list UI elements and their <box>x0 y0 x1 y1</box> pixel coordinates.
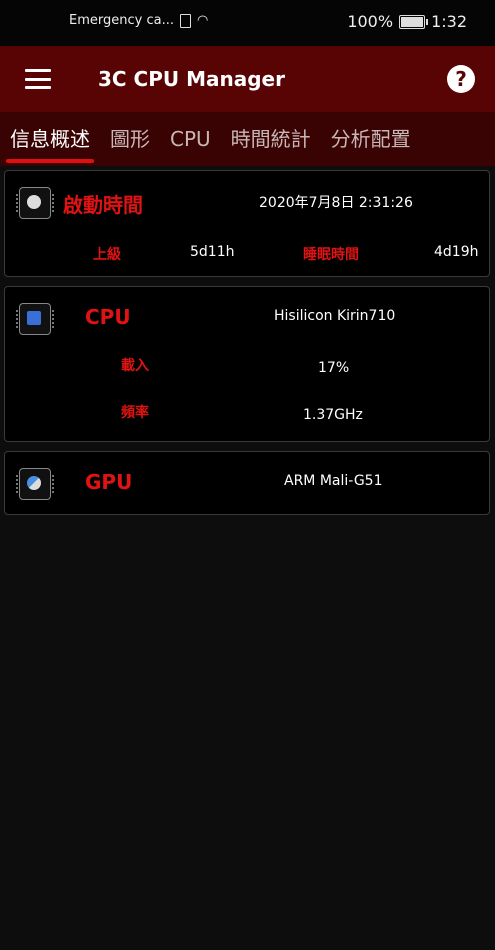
tab-cpu[interactable]: CPU <box>160 112 221 166</box>
cpu-freq-label: 頻率 <box>121 405 149 421</box>
cpu-model: Hisilicon Kirin710 <box>274 308 396 324</box>
sim-icon <box>179 13 191 28</box>
wifi-icon: ◠ <box>196 13 209 28</box>
uptime-card[interactable]: 啟動時間 2020年7月8日 2:31:26 上級 5d11h 睡眠時間 4d1… <box>4 170 490 277</box>
tab-time-stats[interactable]: 時間統計 <box>221 112 321 166</box>
tab-overview[interactable]: 信息概述 <box>0 112 100 166</box>
uptime-chip-icon <box>16 187 54 219</box>
app-title: 3C CPU Manager <box>98 67 285 91</box>
sleep-value: 4d19h <box>434 244 479 260</box>
gpu-model: ARM Mali-G51 <box>284 473 383 489</box>
help-icon[interactable]: ? <box>447 65 475 93</box>
tab-analysis-config[interactable]: 分析配置 <box>321 112 421 166</box>
uptime-value: 5d11h <box>190 244 235 260</box>
gpu-card[interactable]: GPU ARM Mali-G51 <box>4 451 490 515</box>
tab-bar: 信息概述 圖形 CPU 時間統計 分析配置 <box>0 112 495 166</box>
tab-graphics[interactable]: 圖形 <box>100 112 160 166</box>
battery-percent: 100% <box>347 12 394 31</box>
cpu-freq-value: 1.37GHz <box>303 407 363 423</box>
battery-icon <box>399 14 429 29</box>
carrier-text: Emergency ca... <box>69 13 174 28</box>
cpu-card[interactable]: CPU Hisilicon Kirin710 載入 17% 頻率 1.37GHz <box>4 286 490 442</box>
uptime-title: 啟動時間 <box>63 193 143 217</box>
app-bar: 3C CPU Manager ? <box>0 46 495 112</box>
status-bar: Emergency ca... ◠ 100% 1:32 <box>0 0 495 46</box>
cpu-title: CPU <box>85 305 131 329</box>
cpu-load-value: 17% <box>318 360 350 376</box>
menu-icon[interactable] <box>25 69 51 89</box>
sleep-label: 睡眠時間 <box>303 247 359 263</box>
cpu-chip-icon <box>16 303 54 335</box>
gpu-title: GPU <box>85 470 133 494</box>
status-right: 100% 1:32 <box>347 12 467 31</box>
status-left: Emergency ca... ◠ <box>69 13 208 28</box>
boot-datetime: 2020年7月8日 2:31:26 <box>259 195 413 211</box>
uptime-label: 上級 <box>93 247 121 263</box>
gpu-chip-icon <box>16 468 54 500</box>
cpu-load-label: 載入 <box>121 358 149 374</box>
clock: 1:32 <box>431 12 467 31</box>
